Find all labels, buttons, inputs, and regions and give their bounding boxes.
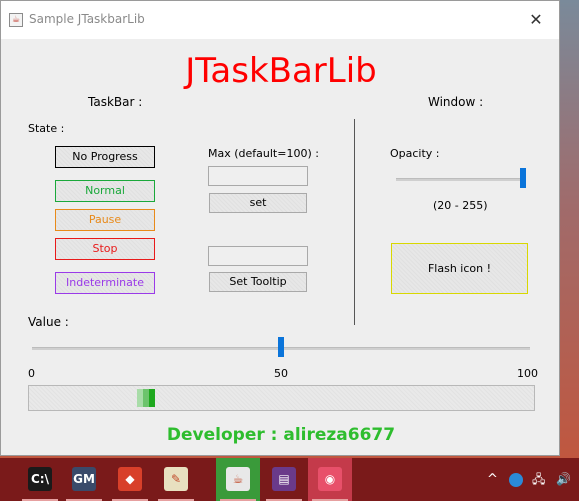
- opacity-range-label: (20 - 255): [433, 199, 488, 212]
- set-tooltip-button[interactable]: Set Tooltip: [209, 272, 307, 292]
- stop-button[interactable]: Stop: [55, 238, 155, 260]
- set-max-button[interactable]: set: [209, 193, 307, 213]
- git-icon: ◆: [118, 467, 142, 491]
- close-button[interactable]: ✕: [513, 1, 559, 39]
- developer-credit: Developer : alireza6677: [166, 425, 396, 445]
- max-label: Max (default=100) :: [208, 147, 319, 160]
- taskbar-item-java[interactable]: ☕: [216, 458, 260, 501]
- progress-bar: [28, 385, 535, 411]
- max-input[interactable]: [208, 166, 308, 186]
- java-app-icon: ☕: [9, 13, 23, 27]
- camera-icon: ◉: [318, 467, 342, 491]
- opacity-label: Opacity :: [390, 147, 440, 160]
- indeterminate-button[interactable]: Indeterminate: [55, 272, 155, 294]
- network-icon[interactable]: 🖧: [532, 458, 545, 501]
- tray-chevron-icon[interactable]: ^: [487, 458, 498, 501]
- title-bar[interactable]: ☕ Sample JTaskbarLib ✕: [1, 1, 559, 39]
- taskbar-section-label: TaskBar :: [88, 95, 143, 109]
- value-label: Value :: [28, 315, 69, 329]
- os-taskbar: C:\ GM ◆ ✎ ☕ ▤ ◉ ^ 🖧 🔊: [0, 458, 579, 501]
- section-divider: [354, 119, 355, 325]
- tooltip-input[interactable]: [208, 246, 308, 266]
- taskbar-item-editor[interactable]: ✎: [154, 458, 198, 501]
- tray-app-icon[interactable]: [509, 458, 525, 501]
- value-min-label: 0: [28, 367, 35, 380]
- taskbar-item-terminal[interactable]: C:\: [18, 458, 62, 501]
- java-icon: ☕: [226, 467, 250, 491]
- value-mid-label: 50: [274, 367, 288, 380]
- value-slider-thumb[interactable]: [278, 337, 284, 357]
- flash-icon-button[interactable]: Flash icon !: [391, 243, 528, 294]
- progress-indeterminate-segment: [149, 389, 155, 407]
- pause-button[interactable]: Pause: [55, 209, 155, 231]
- window-section-label: Window :: [428, 95, 484, 109]
- terminal-icon: C:\: [28, 467, 52, 491]
- no-progress-button[interactable]: No Progress: [55, 146, 155, 168]
- state-label: State :: [28, 122, 65, 135]
- game-maker-icon: GM: [72, 467, 96, 491]
- archive-icon: ▤: [272, 467, 296, 491]
- page-title: JTaskBarLib: [185, 51, 377, 91]
- opacity-slider-thumb[interactable]: [520, 168, 526, 188]
- taskbar-item-git[interactable]: ◆: [108, 458, 152, 501]
- taskbar-item-archive[interactable]: ▤: [262, 458, 306, 501]
- app-window: ☕ Sample JTaskbarLib ✕ JTaskBarLib TaskB…: [0, 0, 560, 456]
- value-max-label: 100: [517, 367, 538, 380]
- volume-icon[interactable]: 🔊: [556, 458, 571, 501]
- main-panel: JTaskBarLib TaskBar : Window : State : N…: [1, 39, 559, 455]
- taskbar-item-camera[interactable]: ◉: [308, 458, 352, 501]
- normal-button[interactable]: Normal: [55, 180, 155, 202]
- editor-icon: ✎: [164, 467, 188, 491]
- window-title: Sample JTaskbarLib: [29, 12, 145, 26]
- taskbar-item-game-maker[interactable]: GM: [62, 458, 106, 501]
- opacity-slider-track[interactable]: [396, 178, 526, 181]
